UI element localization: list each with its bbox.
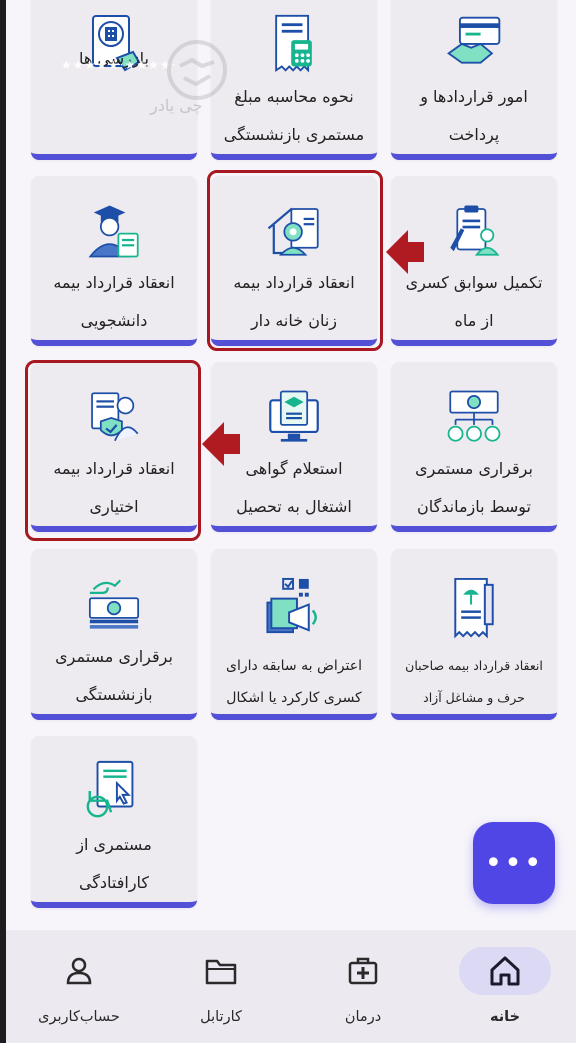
education-monitor-icon xyxy=(269,390,319,442)
tile-optional-insurance[interactable]: انعقاد قرارداد بیمه اختیاری xyxy=(31,362,197,532)
nav-account-pill xyxy=(33,947,125,995)
student-icon xyxy=(88,205,139,258)
tile-student-insurance[interactable]: انعقاد قرارداد بیمه دانشجویی xyxy=(31,176,197,346)
objection-megaphone-icon xyxy=(266,577,317,634)
nav-treatment-label: درمان xyxy=(344,1009,382,1025)
tile-label-line2: کارافتادگی xyxy=(78,873,150,892)
tile-label-line1: امور قراردادها و xyxy=(420,87,528,106)
tile-disability-pension[interactable]: مستمری از کارافتادگی xyxy=(31,736,197,908)
nav-home-label: خانه xyxy=(489,1009,521,1025)
tile-label-line1: نحوه محاسبه مبلغ xyxy=(234,87,354,106)
nav-account-label: حساب‌کاربری xyxy=(38,1009,120,1025)
tile-label-line1: انعقاد قرارداد بیمه xyxy=(53,459,175,478)
tile-contracts[interactable]: امور قراردادها و پرداخت xyxy=(391,0,557,160)
tile-label-line1: انعقاد قرارداد بیمه xyxy=(233,273,355,292)
tile-label-line1: مستمری از xyxy=(76,835,152,854)
tile-label-line2: اختیاری xyxy=(89,497,139,516)
tile-label-line1: انعقاد قرارداد بیمه xyxy=(53,273,175,292)
pension-calculator-icon xyxy=(275,14,312,73)
self-employed-icon xyxy=(454,577,494,639)
tile-retirement-pension[interactable]: برقراری مستمری بازنشستگی xyxy=(31,549,197,720)
nav-cartable-label: کارتابل xyxy=(200,1009,242,1025)
nav-home-pill xyxy=(459,947,551,995)
tile-survivors-pension[interactable]: برقراری مستمری توسط بازماندگان xyxy=(391,362,557,532)
nav-home[interactable]: خانه xyxy=(434,930,576,1043)
records-clipboard-icon xyxy=(450,205,500,256)
nav-treatment-pill xyxy=(317,947,409,995)
survivors-icon xyxy=(447,390,501,442)
tile-label-line1: برقراری مستمری xyxy=(415,459,533,478)
tile-label-line1: برقراری مستمری xyxy=(55,647,173,666)
tile-label-line2: دانشجویی xyxy=(80,311,148,330)
more-options-fab[interactable]: ••• xyxy=(473,822,555,904)
home-icon xyxy=(490,956,520,986)
bottom-navigation: خانه درمان کارتابل حساب‌کاربری xyxy=(6,930,576,1043)
nav-treatment[interactable]: درمان xyxy=(292,930,434,1043)
tile-label-line2: حرف و مشاغل آزاد xyxy=(423,690,525,705)
disability-icon xyxy=(86,760,134,818)
tile-label-line2: توسط بازماندگان xyxy=(417,497,531,516)
optional-insurance-icon xyxy=(91,392,139,442)
left-edge-strip xyxy=(0,0,6,1043)
tile-label-line2: اشتغال به تحصیل xyxy=(236,497,352,516)
housewife-icon xyxy=(267,207,319,256)
tile-label-line2: کسری کارکرد یا اشکال xyxy=(226,690,362,706)
tile-label-line2: زنان خانه دار xyxy=(250,311,338,330)
tile-self-employed-insurance[interactable]: انعقاد قرارداد بیمه صاحبان حرف و مشاغل آ… xyxy=(391,549,557,720)
tile-label-line2: از ماه xyxy=(454,311,494,330)
medical-kit-icon xyxy=(348,957,378,985)
tile-pension-calc[interactable]: نحوه محاسبه مبلغ مستمری بازنشستگی xyxy=(211,0,377,160)
tile-label-line2: پرداخت xyxy=(448,125,500,144)
nav-cartable[interactable]: کارتابل xyxy=(150,930,292,1043)
tile-label-line1: اعتراض به سابقه دارای xyxy=(226,658,362,674)
folder-icon xyxy=(205,959,237,985)
watermark-stars: ★★★★★·★★★★· xyxy=(61,58,177,72)
nav-cartable-pill xyxy=(175,947,267,995)
tile-label-line2: بازنشستگی xyxy=(75,685,153,704)
pointer-arrow-optional xyxy=(202,422,240,466)
tile-housewives-insurance[interactable]: انعقاد قرارداد بیمه زنان خانه دار xyxy=(211,176,377,346)
more-dots-icon: ••• xyxy=(484,845,544,881)
user-icon xyxy=(66,957,92,985)
tile-label-line2: مستمری بازنشستگی xyxy=(223,125,365,144)
tile-objection[interactable]: اعتراض به سابقه دارای کسری کارکرد یا اشک… xyxy=(211,549,377,720)
tile-label-line1: انعقاد قرارداد بیمه صاحبان xyxy=(405,658,543,673)
watermark-brand: چی یادر xyxy=(150,96,203,115)
nav-account[interactable]: حساب‌کاربری xyxy=(8,930,150,1043)
contract-payment-icon xyxy=(447,16,501,64)
pointer-arrow-housewives xyxy=(386,230,424,274)
retirement-money-icon xyxy=(88,579,140,629)
